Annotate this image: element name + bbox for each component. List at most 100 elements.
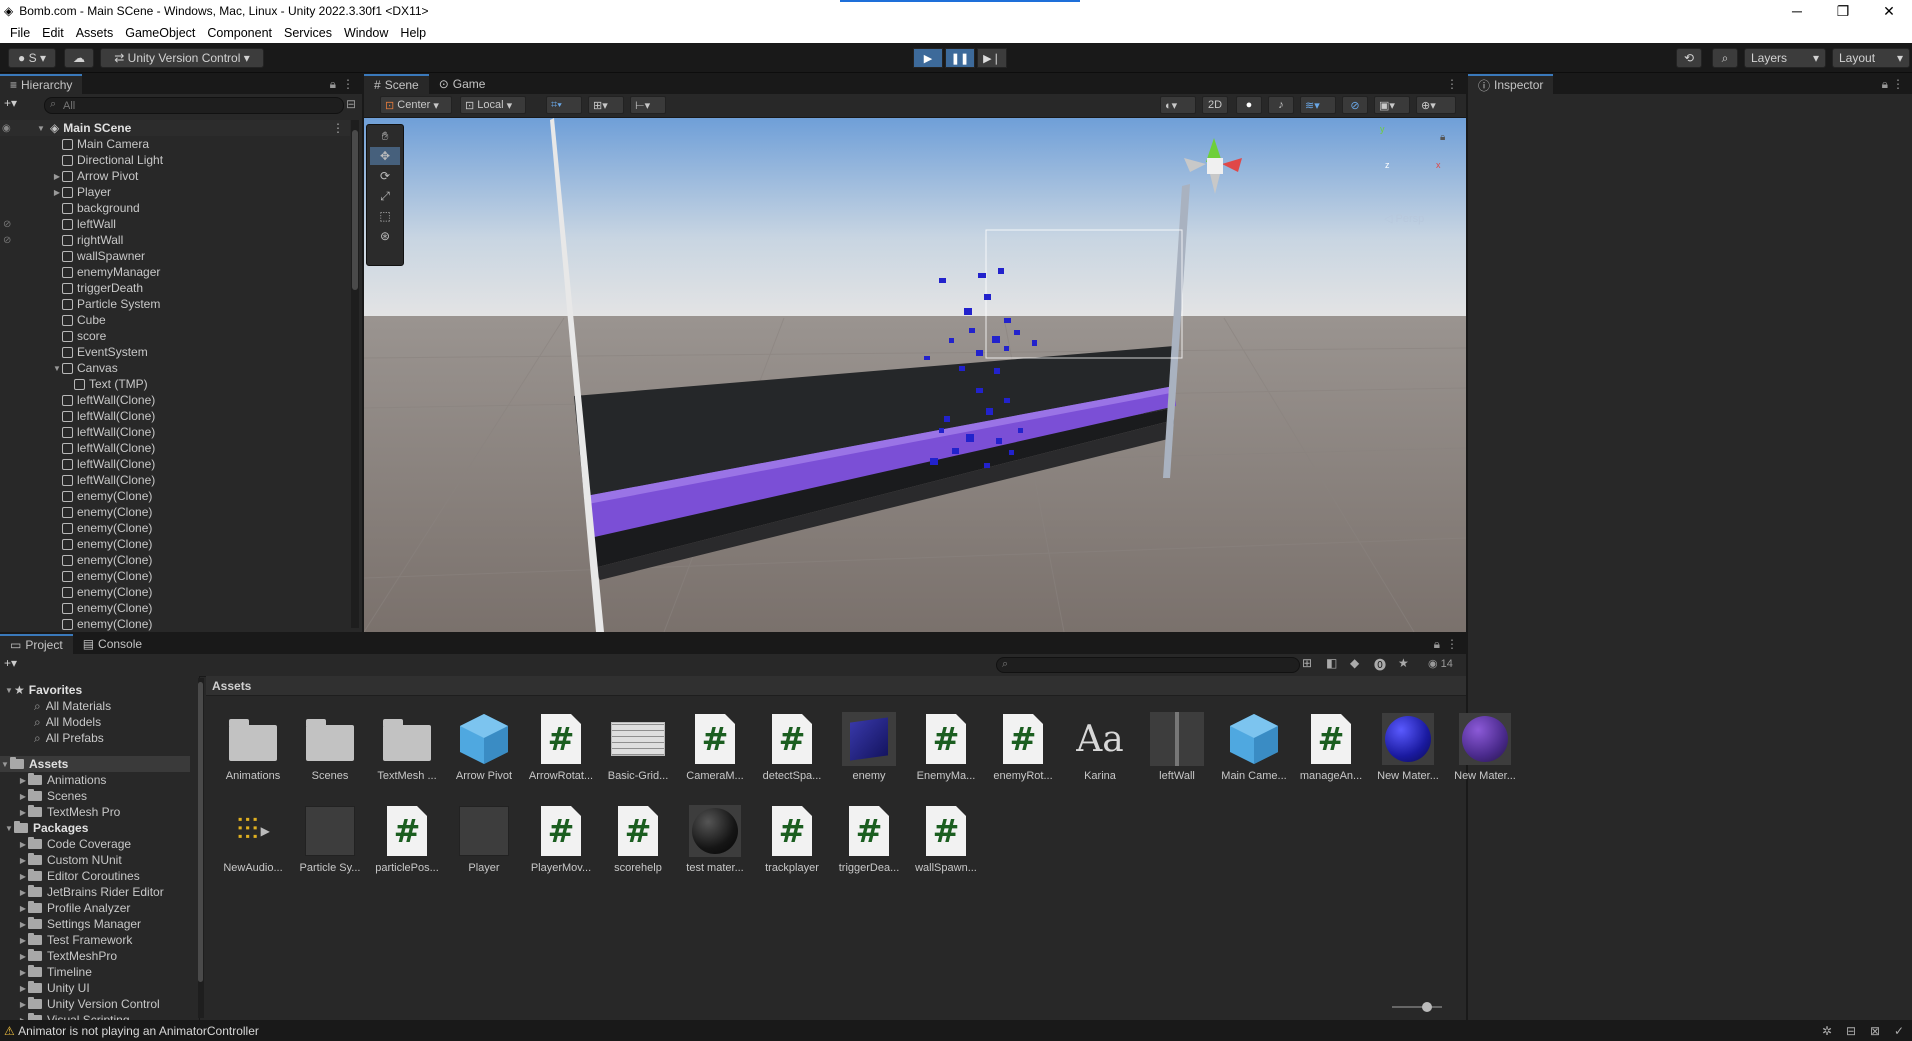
project-search-input[interactable] <box>996 657 1300 673</box>
hierarchy-item[interactable]: enemy(Clone) <box>0 584 152 600</box>
pause-button[interactable]: ❚❚ <box>945 48 975 68</box>
scene-viewport[interactable]: y x z ◁ Persp 🔒︎ <box>364 118 1466 632</box>
minimize-button[interactable]: ─ <box>1774 0 1820 22</box>
hierarchy-item[interactable]: ▶ Player <box>0 184 111 200</box>
menu-item-edit[interactable]: Edit <box>42 26 64 40</box>
package-folder[interactable]: ▶ Editor Coroutines <box>18 868 140 884</box>
2d-toggle[interactable]: 2D <box>1202 96 1228 114</box>
scene-render[interactable] <box>364 118 1466 632</box>
menu-item-gameobject[interactable]: GameObject <box>125 26 195 40</box>
expand-arrow-icon[interactable]: ▶ <box>18 920 28 929</box>
search-by-type-icon[interactable]: ⊞ <box>1302 656 1312 670</box>
hierarchy-item[interactable]: enemy(Clone) <box>0 488 152 504</box>
scene-row[interactable]: ◉ ▼ ◈ Main SCene ⋮ <box>0 120 350 136</box>
favorite-item[interactable]: ⌕ All Models <box>34 714 101 730</box>
hierarchy-item[interactable]: leftWall(Clone) <box>0 440 155 456</box>
add-button[interactable]: +▾ <box>4 96 34 114</box>
space-dropdown[interactable]: ⊡ Local ▾ <box>460 96 526 114</box>
zoom-slider-thumb[interactable] <box>1422 1002 1432 1012</box>
tree-folder[interactable]: ▶ Scenes <box>18 788 87 804</box>
filter-type-icon[interactable]: ◧ <box>1326 656 1337 670</box>
hierarchy-item[interactable]: Cube <box>0 312 106 328</box>
package-folder[interactable]: ▶ Unity UI <box>18 980 90 996</box>
lock-icon[interactable]: 🔒︎ <box>1434 637 1440 652</box>
history-button[interactable]: ⟲ <box>1676 48 1702 68</box>
debug-icon[interactable]: ✲ <box>1822 1024 1832 1038</box>
tree-folder[interactable]: ▶ Animations <box>18 772 106 788</box>
asset-item[interactable]: Aa Karina <box>1065 712 1135 783</box>
tab-console[interactable]: ▤ Console <box>73 634 152 654</box>
asset-item[interactable]: # EnemyMa... <box>911 712 981 782</box>
tab-inspector[interactable]: ⓘ Inspector <box>1468 74 1554 94</box>
scrollbar-thumb[interactable] <box>198 682 203 982</box>
expand-arrow-icon[interactable]: ▶ <box>18 904 28 913</box>
hierarchy-item[interactable]: score <box>0 328 106 344</box>
expand-arrow-icon[interactable]: ▶ <box>18 776 28 785</box>
expand-arrow-icon[interactable]: ▶ <box>18 888 28 897</box>
hierarchy-item[interactable]: leftWall(Clone) <box>0 408 155 424</box>
asset-item[interactable]: Player <box>449 804 519 874</box>
expand-arrow-icon[interactable]: ▶ <box>18 872 28 881</box>
asset-item[interactable]: Arrow Pivot <box>449 712 519 782</box>
asset-item[interactable]: Animations <box>218 712 288 782</box>
menu-item-window[interactable]: Window <box>344 26 388 40</box>
hierarchy-scrollbar[interactable] <box>351 120 359 628</box>
scale-tool-icon[interactable]: ⤢ <box>370 187 400 205</box>
asset-item[interactable]: test mater... <box>680 804 750 874</box>
expand-arrow-icon[interactable]: ▼ <box>4 824 14 833</box>
log-filter-icon[interactable]: ⓿ <box>1374 656 1386 673</box>
visibility-icon[interactable]: ◉ <box>2 123 18 134</box>
asset-item[interactable]: enemy <box>834 712 904 782</box>
expand-arrow-icon[interactable]: ▶ <box>52 188 62 197</box>
layout-dropdown[interactable]: Layout ▾ <box>1832 48 1910 68</box>
asset-item[interactable]: # triggerDea... <box>834 804 904 874</box>
tab-scene[interactable]: # Scene <box>364 74 429 94</box>
increment-snap-button[interactable]: ⊢▾ <box>630 96 666 114</box>
scene-visibility-icon[interactable]: ⊟ <box>346 97 356 111</box>
expand-arrow-icon[interactable]: ▶ <box>18 808 28 817</box>
hidden-eye-icon[interactable]: ⊘ <box>3 219 11 230</box>
hierarchy-item[interactable]: enemy(Clone) <box>0 504 152 520</box>
assets-folder[interactable]: ▼ Assets <box>0 756 190 772</box>
asset-item[interactable]: # trackplayer <box>757 804 827 874</box>
package-folder[interactable]: ▶ Settings Manager <box>18 916 141 932</box>
asset-item[interactable]: New Mater... <box>1450 712 1520 782</box>
menu-item-assets[interactable]: Assets <box>76 26 114 40</box>
tab-hierarchy[interactable]: ≡ Hierarchy <box>0 74 83 94</box>
more-options-icon[interactable]: ⋮ <box>1892 77 1904 91</box>
favorites-header[interactable]: ▼ ★ Favorites <box>4 682 82 698</box>
asset-item[interactable]: Scenes <box>295 712 365 782</box>
asset-item[interactable]: # PlayerMov... <box>526 804 596 874</box>
expand-arrow-icon[interactable]: ▼ <box>52 364 62 373</box>
menu-item-help[interactable]: Help <box>400 26 426 40</box>
hierarchy-item[interactable]: enemy(Clone) <box>0 520 152 536</box>
expand-arrow-icon[interactable]: ▼ <box>0 760 10 769</box>
hierarchy-item[interactable]: enemy(Clone) <box>0 600 152 616</box>
cloud-button[interactable]: ☁ <box>64 48 94 68</box>
maximize-button[interactable]: ❐ <box>1820 0 1866 22</box>
asset-item[interactable]: Particle Sy... <box>295 804 365 874</box>
hierarchy-item[interactable]: Main Camera <box>0 136 149 152</box>
hierarchy-item[interactable]: EventSystem <box>0 344 148 360</box>
package-folder[interactable]: ▶ Custom NUnit <box>18 852 122 868</box>
hierarchy-item[interactable]: ▶ Arrow Pivot <box>0 168 138 184</box>
hierarchy-item[interactable]: leftWall(Clone) <box>0 472 155 488</box>
menu-item-component[interactable]: Component <box>207 26 272 40</box>
zoom-slider[interactable] <box>1392 1002 1442 1012</box>
asset-item[interactable]: Basic-Grid... <box>603 712 673 782</box>
asset-item[interactable]: # detectSpa... <box>757 712 827 782</box>
hierarchy-item[interactable]: enemy(Clone) <box>0 552 152 568</box>
hierarchy-search-input[interactable] <box>44 97 344 114</box>
hierarchy-item[interactable]: Directional Light <box>0 152 163 168</box>
expand-arrow-icon[interactable]: ▼ <box>4 686 14 695</box>
status-message[interactable]: Animator is not playing an AnimatorContr… <box>18 1024 259 1038</box>
expand-arrow-icon[interactable]: ▼ <box>36 124 46 133</box>
expand-arrow-icon[interactable]: ▶ <box>18 840 28 849</box>
lighting-check-icon[interactable]: ✓ <box>1894 1024 1904 1038</box>
more-options-icon[interactable]: ⋮ <box>1446 637 1458 651</box>
hierarchy-item[interactable]: background <box>0 200 140 216</box>
tree-folder[interactable]: ▶ TextMesh Pro <box>18 804 120 820</box>
draw-mode-button[interactable]: ◐▾ <box>1160 96 1196 114</box>
gizmos-button[interactable]: ⊕▾ <box>1416 96 1456 114</box>
perspective-label[interactable]: ◁ Persp <box>1384 212 1424 225</box>
